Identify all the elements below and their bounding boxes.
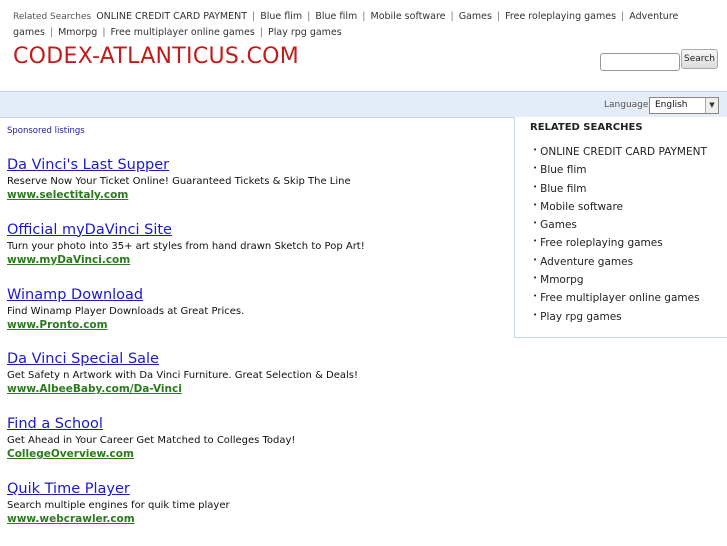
ad-url-link[interactable]: CollegeOverview.com bbox=[7, 447, 507, 461]
bullet-icon: • bbox=[533, 219, 538, 228]
related-search-link[interactable]: Blue film bbox=[540, 183, 586, 195]
bullet-icon: • bbox=[533, 255, 538, 264]
ad-item: Quik Time Player Search multiple engines… bbox=[7, 481, 507, 546]
ad-url-link[interactable]: www.selectitaly.com bbox=[7, 188, 507, 202]
top-link[interactable]: Play rpg games bbox=[268, 27, 342, 38]
related-search-link[interactable]: Blue flim bbox=[540, 164, 586, 176]
search-input[interactable] bbox=[600, 53, 680, 71]
ad-url-link[interactable]: www.webcrawler.com bbox=[7, 512, 507, 526]
list-item: • ONLINE CREDIT CARD PAYMENT bbox=[533, 142, 723, 160]
ad-item: Find a School Get Ahead in Your Career G… bbox=[7, 416, 507, 481]
ad-item: Winamp Download Find Winamp Player Downl… bbox=[7, 287, 507, 352]
list-item: • Adventure games bbox=[533, 252, 723, 270]
list-item: • Mmorpg bbox=[533, 270, 723, 288]
ad-list: Da Vinci's Last Supper Reserve Now Your … bbox=[7, 157, 507, 546]
ad-url-link[interactable]: www.Pronto.com bbox=[7, 318, 507, 332]
site-title[interactable]: CODEX-ATLANTICUS.COM bbox=[13, 44, 299, 69]
related-search-link[interactable]: Adventure games bbox=[540, 256, 633, 268]
separator: | bbox=[307, 11, 311, 22]
list-item: • Play rpg games bbox=[533, 307, 723, 325]
list-item: • Free roleplaying games bbox=[533, 233, 723, 251]
sponsored-listings-label: Sponsored listings bbox=[7, 126, 85, 136]
ad-item: Official myDaVinci Site Turn your photo … bbox=[7, 222, 507, 287]
ad-title-link[interactable]: Winamp Download bbox=[7, 287, 507, 304]
separator: | bbox=[362, 11, 366, 22]
separator: | bbox=[450, 11, 454, 22]
bullet-icon: • bbox=[533, 182, 538, 191]
bullet-icon: • bbox=[533, 200, 538, 209]
list-item: • Blue flim bbox=[533, 160, 723, 178]
ad-description: Find Winamp Player Downloads at Great Pr… bbox=[7, 305, 245, 317]
separator: | bbox=[252, 11, 256, 22]
related-search-link[interactable]: Free multiplayer online games bbox=[540, 292, 699, 304]
related-search-link[interactable]: Free roleplaying games bbox=[540, 237, 663, 249]
separator: | bbox=[102, 27, 106, 38]
related-search-link[interactable]: ONLINE CREDIT CARD PAYMENT bbox=[540, 146, 707, 158]
bullet-icon: • bbox=[533, 146, 538, 154]
ad-title-link[interactable]: Official myDaVinci Site bbox=[7, 222, 507, 239]
related-search-link[interactable]: Play rpg games bbox=[540, 311, 621, 323]
site-header: CODEX-ATLANTICUS.COM Search bbox=[0, 39, 727, 87]
bullet-icon: • bbox=[533, 274, 538, 283]
related-searches-bar: Related Searches ONLINE CREDIT CARD PAYME… bbox=[0, 0, 727, 39]
top-link[interactable]: Free multiplayer online games bbox=[111, 27, 255, 38]
related-search-link[interactable]: Mobile software bbox=[540, 201, 623, 213]
ad-url-link[interactable]: www.myDaVinci.com bbox=[7, 253, 507, 267]
language-bar: Language: English ▼ bbox=[0, 91, 727, 118]
related-searches-list: • ONLINE CREDIT CARD PAYMENT • Blue flim •… bbox=[533, 142, 723, 325]
ad-description: Get Safety n Artwork with Da Vinci Furni… bbox=[7, 370, 359, 382]
language-select[interactable]: English ▼ bbox=[649, 97, 719, 114]
top-link[interactable]: Games bbox=[459, 11, 492, 22]
related-searches-label: Related Searches bbox=[13, 12, 92, 22]
bullet-icon: • bbox=[533, 164, 538, 173]
related-searches-heading: RELATED SEARCHES bbox=[530, 122, 643, 133]
bullet-icon: • bbox=[533, 292, 538, 301]
ad-description: Search multiple engines for quik time pl… bbox=[7, 499, 230, 511]
list-item: • Games bbox=[533, 215, 723, 233]
ad-description: Get Ahead in Your Career Get Matched to … bbox=[7, 435, 296, 447]
ad-url-link[interactable]: www.AlbeeBaby.com/Da-Vinci bbox=[7, 382, 507, 396]
top-link[interactable]: Blue film bbox=[315, 11, 357, 22]
list-item: • Mobile software bbox=[533, 197, 723, 215]
language-label: Language: bbox=[604, 100, 652, 110]
related-search-link[interactable]: Mmorpg bbox=[540, 274, 583, 286]
ad-title-link[interactable]: Da Vinci's Last Supper bbox=[7, 157, 507, 174]
bullet-icon: • bbox=[533, 310, 538, 319]
top-link[interactable]: Mobile software bbox=[371, 11, 446, 22]
list-item: • Blue film bbox=[533, 179, 723, 197]
ad-title-link[interactable]: Find a School bbox=[7, 416, 507, 433]
related-search-link[interactable]: Games bbox=[540, 219, 577, 231]
separator: | bbox=[496, 11, 501, 22]
ad-description: Turn your photo into 35+ art styles from… bbox=[7, 240, 365, 252]
top-link[interactable]: ONLINE CREDIT CARD PAYMENT bbox=[96, 11, 247, 22]
search-button[interactable]: Search bbox=[681, 49, 718, 69]
separator: | bbox=[49, 27, 54, 38]
ad-description: Reserve Now Your Ticket Online! Guarante… bbox=[7, 176, 351, 187]
related-searches-panel: RELATED SEARCHES • ONLINE CREDIT CARD PAY… bbox=[514, 117, 727, 338]
ad-item: Da Vinci's Last Supper Reserve Now Your … bbox=[7, 157, 507, 222]
ad-item: Da Vinci Special Sale Get Safety n Artwo… bbox=[7, 351, 507, 416]
ad-title-link[interactable]: Da Vinci Special Sale bbox=[7, 351, 507, 368]
ad-title-link[interactable]: Quik Time Player bbox=[7, 481, 507, 498]
list-item: • Free multiplayer online games bbox=[533, 288, 723, 306]
separator: | bbox=[259, 27, 263, 38]
top-link[interactable]: Mmorpg bbox=[58, 27, 97, 38]
bullet-icon: • bbox=[533, 237, 538, 246]
top-link[interactable]: Free roleplaying games bbox=[505, 11, 616, 22]
language-selected-value: English bbox=[655, 100, 688, 110]
top-link[interactable]: Blue flim bbox=[260, 11, 302, 22]
separator: | bbox=[621, 11, 625, 22]
chevron-down-icon[interactable]: ▼ bbox=[705, 98, 718, 113]
